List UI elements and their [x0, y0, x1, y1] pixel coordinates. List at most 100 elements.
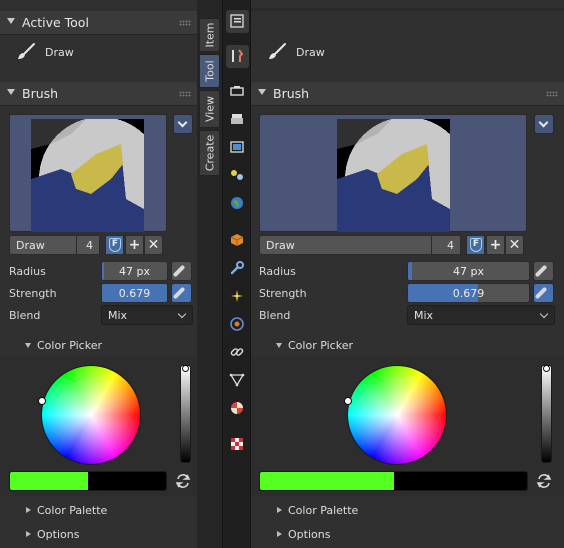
tab-tool-label: Tool [203, 60, 216, 82]
constraints-icon[interactable] [226, 341, 249, 364]
new-brush-button[interactable]: + [125, 235, 144, 255]
value-cursor[interactable] [182, 365, 189, 372]
brush-users-text: 4 [447, 239, 454, 252]
tab-tool[interactable]: Tool [199, 54, 220, 88]
active-tool-panel-header[interactable]: Active Tool [0, 11, 197, 35]
physics-icon[interactable] [226, 313, 249, 336]
brush-panel-header[interactable]: Brush [0, 82, 197, 106]
expand-triangle-icon [258, 89, 266, 95]
hue-saturation-wheel[interactable] [347, 365, 447, 465]
fake-user-button[interactable]: F [105, 235, 124, 255]
tab-view[interactable]: View [199, 90, 220, 128]
brush-browse-button[interactable] [173, 114, 193, 134]
unlink-brush-button[interactable]: ✕ [144, 235, 163, 255]
new-brush-button[interactable]: + [486, 235, 505, 255]
strength-label: Strength [259, 287, 307, 300]
blend-label: Blend [259, 309, 291, 322]
unlink-brush-button[interactable]: ✕ [505, 235, 524, 255]
brush-preview[interactable] [259, 114, 527, 232]
active-tool-row[interactable]: Draw [0, 38, 197, 68]
blend-dropdown[interactable]: Mix [101, 305, 193, 325]
editor-type-icon[interactable] [226, 10, 249, 33]
fake-user-button[interactable]: F [466, 235, 485, 255]
chevron-down-icon [538, 117, 549, 128]
radius-label: Radius [9, 265, 46, 278]
blend-dropdown[interactable]: Mix [407, 305, 555, 325]
brush-name-text: Draw [266, 239, 295, 252]
strength-slider[interactable]: 0.679 [407, 283, 530, 303]
tab-create[interactable]: Create [199, 130, 220, 176]
drag-grip-icon[interactable] [179, 91, 191, 97]
material-icon[interactable] [226, 397, 249, 420]
brush-preview[interactable] [9, 114, 167, 232]
swap-colors-icon[interactable] [536, 473, 552, 489]
options-header-label: Options [288, 528, 331, 541]
active-tool-header-label: Active Tool [22, 15, 89, 30]
drag-grip-icon[interactable] [546, 91, 558, 97]
brush-header-label: Brush [22, 86, 59, 101]
pen-pressure-icon [172, 264, 186, 278]
blend-value: Mix [108, 309, 128, 322]
brush-users-count[interactable]: 4 [431, 235, 461, 255]
collapsed-triangle-icon [277, 531, 282, 537]
radius-pressure-button[interactable] [171, 261, 192, 281]
view-layer-icon[interactable] [226, 136, 249, 159]
pen-pressure-icon [172, 286, 186, 300]
pen-pressure-icon [534, 286, 548, 300]
brush-panel-header[interactable]: Brush [251, 82, 564, 106]
active-tool-name: Draw [296, 46, 325, 59]
tab-item[interactable]: Item [199, 18, 220, 52]
drag-grip-icon[interactable] [179, 20, 191, 26]
brush-browse-button[interactable] [534, 114, 554, 134]
hue-saturation-wheel[interactable] [41, 365, 141, 465]
right-top-strip [251, 8, 564, 11]
wheel-cursor[interactable] [344, 397, 352, 405]
color-palette-subpanel-header[interactable]: Color Palette [251, 500, 564, 522]
swap-colors-icon[interactable] [175, 473, 191, 489]
color-picker-subpanel-header[interactable]: Color Picker [251, 335, 564, 357]
particles-icon[interactable] [226, 285, 249, 308]
strength-value: 0.679 [118, 287, 151, 300]
collapsed-triangle-icon [277, 507, 282, 513]
strength-slider[interactable]: 0.679 [101, 283, 168, 303]
brush-texture-thumbnail [31, 119, 144, 232]
brush-users-count[interactable]: 4 [76, 235, 100, 255]
tool-icon[interactable] [226, 45, 249, 68]
options-subpanel-header[interactable]: Options [0, 524, 197, 546]
object-icon[interactable] [226, 229, 249, 252]
radius-slider[interactable]: 47 px [101, 261, 168, 281]
plus-icon: + [489, 237, 502, 253]
scene-icon[interactable] [226, 164, 249, 187]
draw-brush-icon [18, 43, 35, 59]
options-subpanel-header[interactable]: Options [251, 524, 564, 546]
texture-icon[interactable] [226, 433, 249, 456]
value-cursor[interactable] [543, 365, 550, 372]
modifier-icon[interactable] [226, 257, 249, 280]
color-palette-header-label: Color Palette [288, 504, 359, 517]
active-tool-row[interactable]: Draw [251, 38, 564, 68]
radius-slider[interactable]: 47 px [407, 261, 530, 281]
strength-pressure-button[interactable] [171, 283, 192, 303]
color-picker-area [0, 356, 197, 496]
brush-name-text: Draw [16, 239, 45, 252]
wheel-cursor[interactable] [38, 397, 46, 405]
output-icon[interactable] [226, 108, 249, 131]
expand-triangle-icon [25, 343, 31, 348]
brush-name-field[interactable]: Draw [259, 235, 432, 255]
shield-icon: F [109, 238, 121, 252]
value-slider[interactable] [541, 365, 552, 463]
world-icon[interactable] [226, 192, 249, 215]
strength-pressure-button[interactable] [533, 283, 554, 303]
color-picker-header-label: Color Picker [288, 339, 353, 352]
render-icon[interactable] [226, 80, 249, 103]
object-data-icon[interactable] [226, 369, 249, 392]
brush-name-field[interactable]: Draw [9, 235, 77, 255]
chevron-down-icon [177, 309, 187, 319]
color-palette-subpanel-header[interactable]: Color Palette [0, 500, 197, 522]
brush-color-swatch[interactable] [9, 471, 167, 491]
radius-pressure-button[interactable] [533, 261, 554, 281]
brush-color-swatch[interactable] [259, 471, 528, 491]
value-slider[interactable] [180, 365, 191, 463]
color-picker-subpanel-header[interactable]: Color Picker [0, 335, 197, 357]
pen-pressure-icon [534, 264, 548, 278]
